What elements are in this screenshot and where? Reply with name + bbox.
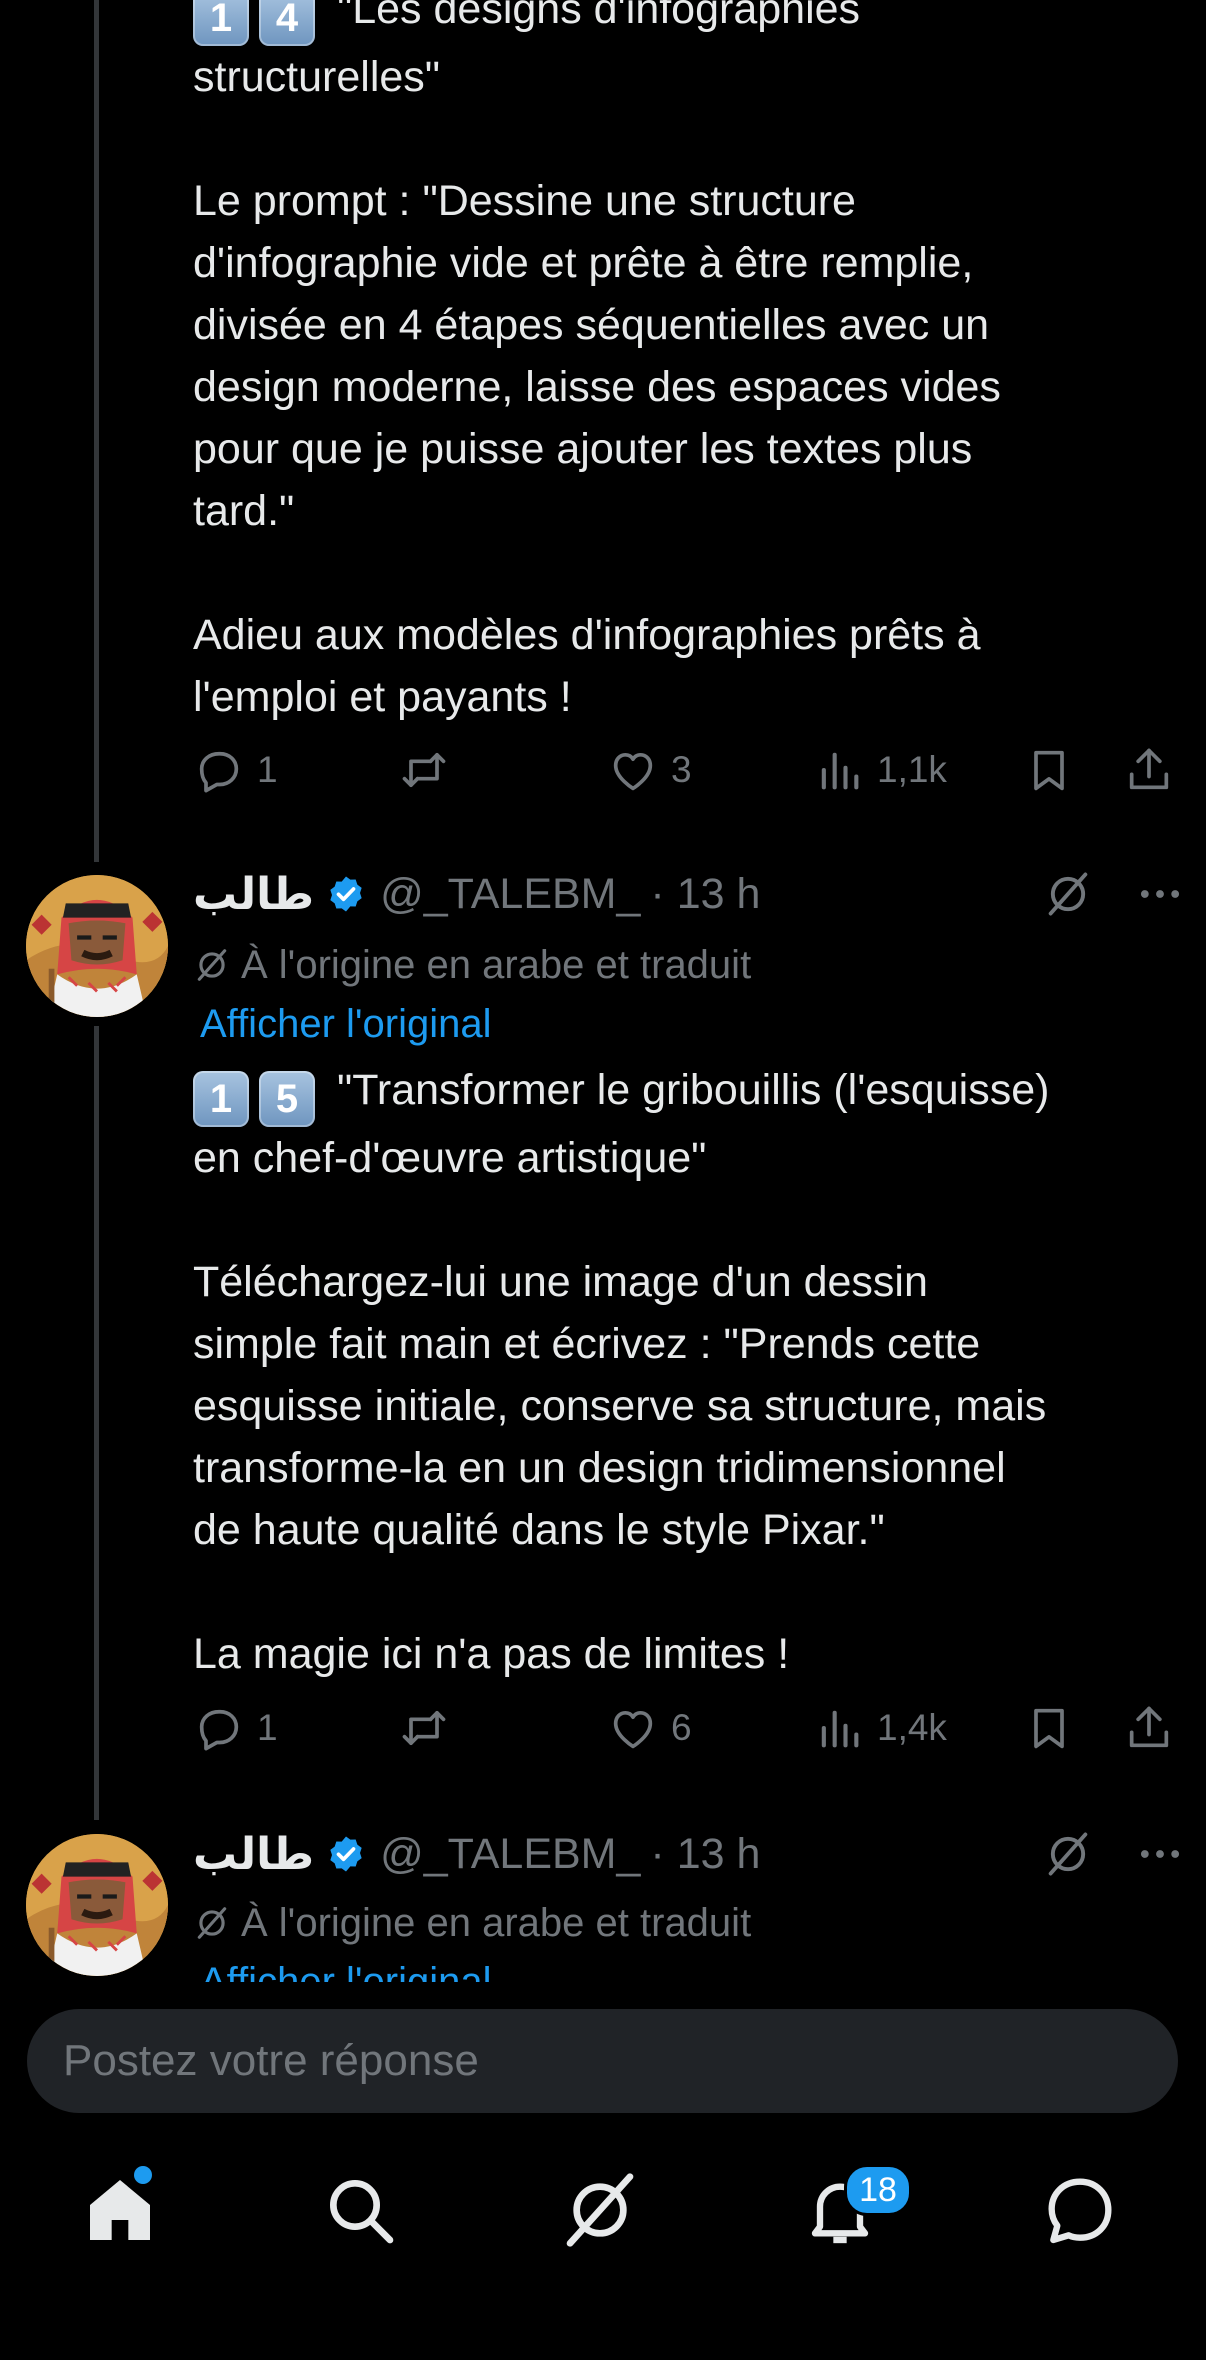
bookmark-icon — [1034, 1708, 1064, 1749]
views-button[interactable]: 1,4k — [813, 1698, 947, 1758]
post-actions: 1 6 1,4k — [193, 1698, 1183, 1758]
avatar-image — [26, 875, 168, 1017]
verified-badge-icon — [330, 876, 362, 912]
view-count: 1,1k — [877, 749, 947, 790]
like-count: 3 — [671, 749, 692, 790]
keycap-digit: 1 — [193, 1071, 249, 1127]
nav-grok[interactable] — [560, 2170, 640, 2250]
notifications-badge: 18 — [844, 2164, 912, 2216]
author-name[interactable]: طالب — [193, 1829, 314, 1880]
view-count: 1,4k — [877, 1707, 947, 1748]
analytics-icon — [821, 752, 859, 790]
heart-icon — [613, 752, 653, 791]
post-text-content: "Transformer le gribouillis (l'esquisse)… — [193, 1066, 1050, 1678]
messages-icon — [1048, 2178, 1112, 2244]
new-content-dot — [134, 2166, 152, 2184]
post-time: · 13 h — [650, 1829, 761, 1878]
reply-button[interactable]: 1 — [193, 740, 278, 800]
author-name[interactable]: طالب — [193, 869, 314, 920]
avatar-image — [26, 1834, 168, 1976]
reply-icon — [199, 1709, 239, 1751]
post-text: 15 "Transformer le gribouillis (l'esquis… — [193, 1059, 1173, 1685]
nav-messages[interactable] — [1040, 2170, 1120, 2250]
more-options-icon[interactable] — [1134, 868, 1186, 920]
post-text: 14 "Les designs d'infographies structure… — [193, 0, 1173, 728]
show-original-link[interactable]: Afficher l'original — [200, 1957, 491, 1982]
post-time: · 13 h — [650, 869, 761, 918]
post-header-actions — [1042, 1824, 1186, 1884]
repost-icon — [402, 752, 446, 788]
grok-icon[interactable] — [1042, 868, 1094, 920]
show-original-link[interactable]: Afficher l'original — [200, 999, 491, 1049]
verified-badge-icon — [330, 1836, 362, 1872]
grok-icon[interactable] — [1042, 1828, 1094, 1880]
grok-icon — [566, 2173, 634, 2247]
post-header: طالب @_TALEBM_ · 13 h — [193, 864, 1186, 924]
post-header-actions — [1042, 864, 1186, 924]
reply-button[interactable]: 1 — [193, 1698, 278, 1758]
post-actions: 1 3 1,1k — [193, 740, 1183, 800]
reply-input[interactable]: Postez votre réponse — [27, 2009, 1178, 2113]
like-count: 6 — [671, 1707, 692, 1748]
repost-button[interactable] — [398, 740, 450, 800]
author-handle[interactable]: @_TALEBM_ — [380, 870, 640, 919]
heart-icon — [613, 1710, 653, 1749]
keycap-digit: 5 — [259, 1071, 315, 1127]
translation-note-text: À l'origine en arabe et traduit — [241, 1900, 752, 1945]
search-icon — [330, 2180, 394, 2244]
bookmark-button[interactable] — [1023, 740, 1075, 800]
translation-note: À l'origine en arabe et traduit — [193, 1898, 751, 1948]
author-handle[interactable]: @_TALEBM_ — [380, 1830, 640, 1879]
more-options-icon[interactable] — [1134, 1828, 1186, 1880]
avatar[interactable] — [26, 1834, 168, 1976]
grok-icon — [197, 949, 227, 981]
reply-placeholder: Postez votre réponse — [63, 2036, 479, 2085]
bookmark-button[interactable] — [1023, 1698, 1075, 1758]
translation-note-text: À l'origine en arabe et traduit — [241, 942, 752, 987]
post-text-content: "Les designs d'infographies structurelle… — [193, 0, 1001, 721]
repost-button[interactable] — [398, 1698, 450, 1758]
share-button[interactable] — [1123, 1698, 1175, 1758]
share-button[interactable] — [1123, 740, 1175, 800]
reply-count: 1 — [257, 749, 278, 790]
views-button[interactable]: 1,1k — [813, 740, 947, 800]
like-button[interactable]: 6 — [607, 1698, 692, 1758]
thread-line — [94, 0, 99, 862]
nav-search[interactable] — [320, 2170, 400, 2250]
thread-line — [94, 1026, 99, 1820]
reply-icon — [199, 751, 239, 793]
bookmark-icon — [1034, 750, 1064, 791]
analytics-icon — [821, 1710, 859, 1748]
reply-count: 1 — [257, 1707, 278, 1748]
post-header: طالب @_TALEBM_ · 13 h — [193, 1824, 1186, 1884]
repost-icon — [402, 1710, 446, 1746]
avatar[interactable] — [26, 875, 168, 1017]
bottom-nav — [0, 2140, 1206, 2280]
keycap-digit: 1 — [193, 0, 249, 46]
like-button[interactable]: 3 — [607, 740, 692, 800]
timeline: 14 "Les designs d'infographies structure… — [0, 0, 1206, 1982]
share-icon — [1129, 748, 1169, 790]
share-icon — [1129, 1706, 1169, 1748]
translation-note: À l'origine en arabe et traduit — [193, 940, 751, 990]
grok-icon — [197, 1907, 227, 1939]
keycap-digit: 4 — [259, 0, 315, 46]
